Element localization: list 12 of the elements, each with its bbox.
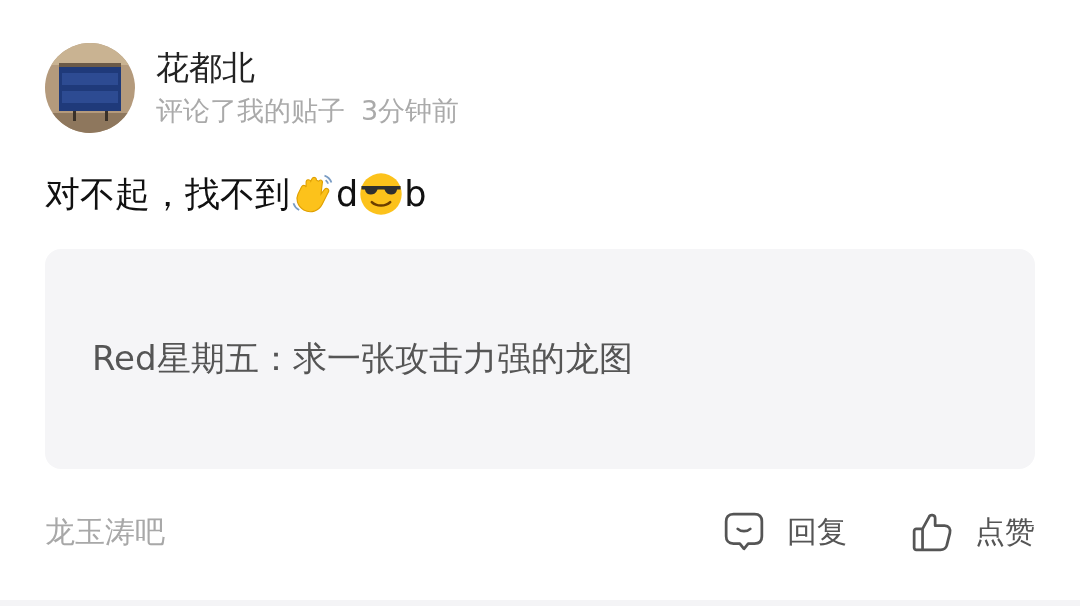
comment-text: d [336,173,359,216]
chat-bubble-icon [723,511,765,553]
timestamp: 3分钟前 [361,94,460,128]
comment-text: 对不起，找不到 [45,173,290,216]
action-text: 评论了我的贴子 [156,94,345,128]
quoted-post-card[interactable]: Red星期五：求一张攻击力强的龙图 [45,249,1035,469]
comment-text: b [404,173,427,216]
user-name[interactable]: 花都北 [156,48,460,88]
sunglasses-face-icon [358,171,405,217]
like-button[interactable]: 点赞 [911,511,1035,553]
reply-button[interactable]: 回复 [723,511,847,553]
thumbs-up-icon [911,511,953,553]
